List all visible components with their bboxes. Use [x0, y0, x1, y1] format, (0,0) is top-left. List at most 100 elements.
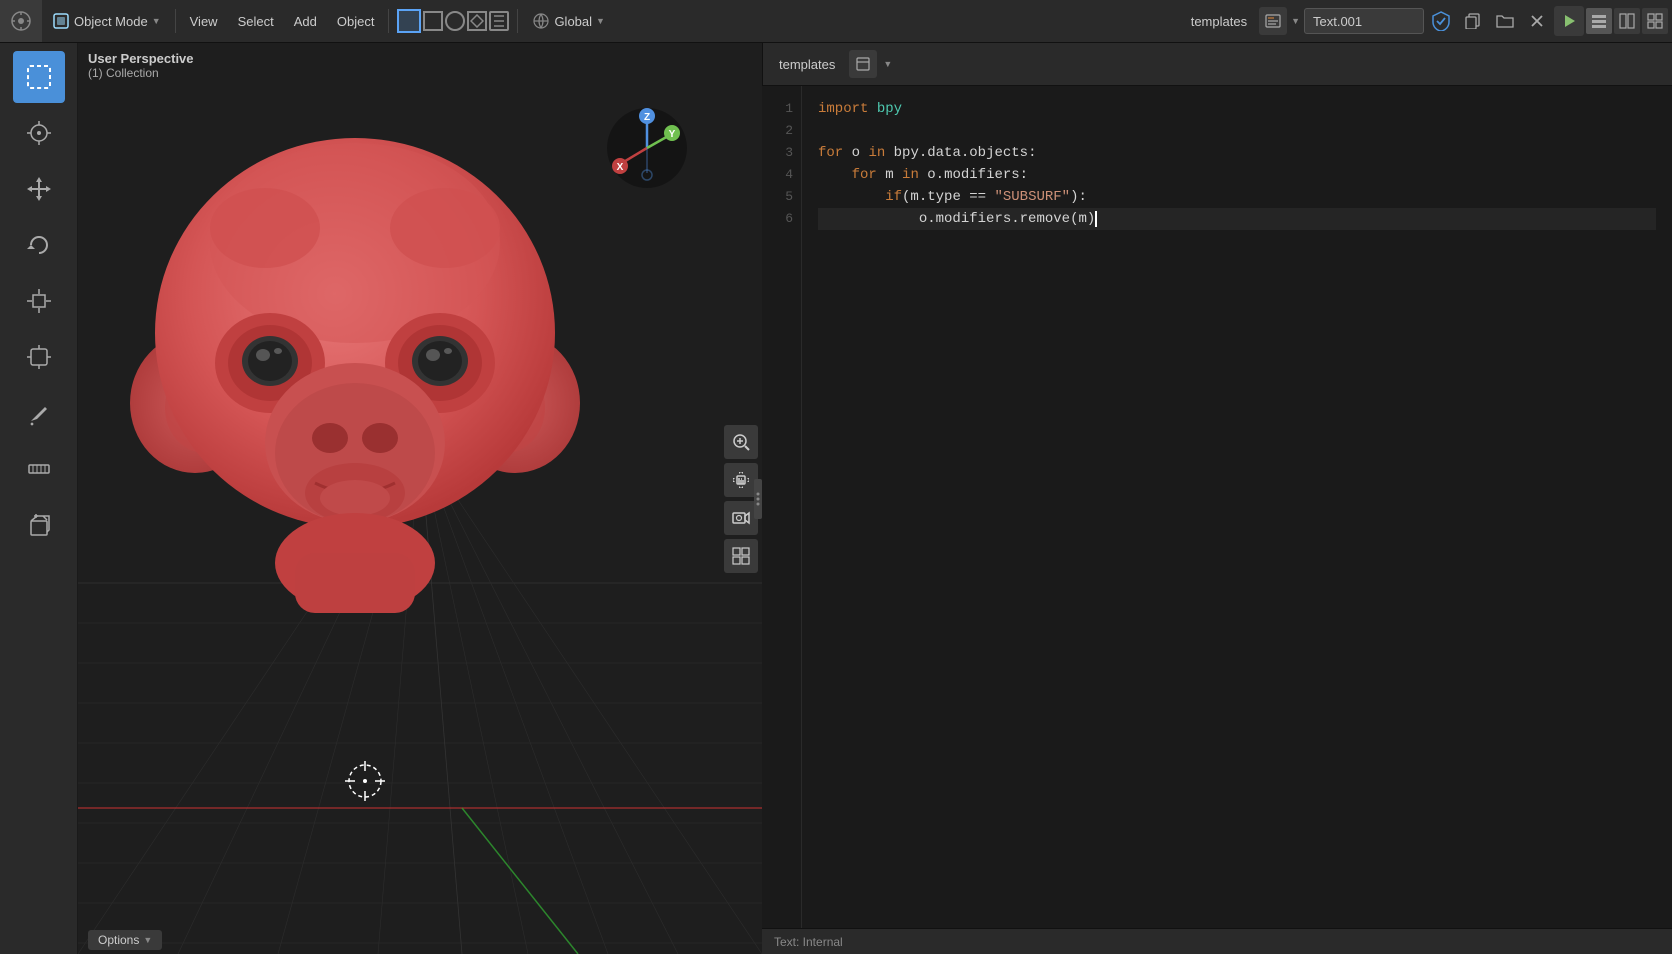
transform-tool-icon	[25, 343, 53, 371]
main-content: User Perspective (1) Collection	[0, 43, 1672, 954]
scale-tool-button[interactable]	[13, 275, 65, 327]
add-cube-icon	[25, 511, 53, 539]
folder-button[interactable]	[1490, 6, 1520, 36]
zoom-icon	[731, 432, 751, 452]
grid-view-button[interactable]	[724, 539, 758, 573]
copy-button[interactable]	[1458, 6, 1488, 36]
rotate-tool-button[interactable]	[13, 219, 65, 271]
line-num-1: 1	[762, 98, 793, 120]
select-box-5[interactable]	[489, 11, 509, 31]
add-label: Add	[294, 14, 317, 29]
object-mode-button[interactable]: Object Mode ▼	[42, 0, 171, 42]
line-num-2: 2	[762, 120, 793, 142]
select-tools	[393, 9, 513, 33]
editor-view-chevron: ▼	[883, 59, 892, 69]
divider-icon	[755, 489, 761, 509]
move-tool-icon	[25, 175, 53, 203]
grid-view-icon	[731, 546, 751, 566]
layout-list-button[interactable]	[1586, 8, 1612, 34]
keyword-for-1: for	[818, 142, 843, 164]
axis-widget[interactable]: Z Y X	[602, 103, 692, 193]
status-label: Text: Internal	[774, 935, 843, 949]
object-label: Object	[337, 14, 375, 29]
keyword-import: import	[818, 98, 868, 120]
select-menu-button[interactable]: Select	[228, 0, 284, 42]
top-bar: Object Mode ▼ View Select Add Object	[0, 0, 1672, 43]
svg-text:X: X	[617, 162, 624, 173]
object-mode-label: Object Mode	[74, 14, 148, 29]
object-menu-button[interactable]: Object	[327, 0, 385, 42]
code-line-5: if (m.type == "SUBSURF" ):	[818, 186, 1656, 208]
code-content[interactable]: 1 2 3 4 5 6 import bpy for	[762, 86, 1672, 928]
editor-status: Text: Internal	[762, 928, 1672, 954]
copy-icon	[1465, 13, 1481, 29]
options-label: Options	[98, 933, 139, 947]
line-num-6: 6	[762, 208, 793, 230]
select-box-2[interactable]	[423, 11, 443, 31]
shield-button[interactable]	[1426, 6, 1456, 36]
layout-grid-button[interactable]	[1642, 8, 1668, 34]
collection-label: (1) Collection	[88, 66, 194, 80]
code-line-1: import bpy	[818, 98, 1656, 120]
select-tool-button[interactable]	[13, 51, 65, 103]
select-box-active[interactable]	[397, 9, 421, 33]
annotate-tool-button[interactable]	[13, 387, 65, 439]
layout-split-button[interactable]	[1614, 8, 1640, 34]
camera-tool-button[interactable]	[724, 501, 758, 535]
workspace-button[interactable]	[0, 0, 42, 42]
close-icon	[1530, 14, 1544, 28]
viewport-divider[interactable]	[754, 479, 762, 519]
measure-tool-button[interactable]	[13, 443, 65, 495]
pan-icon	[731, 470, 751, 490]
perspective-label: User Perspective	[88, 51, 194, 66]
annotate-tool-icon	[25, 399, 53, 427]
editor-templates-button[interactable]: templates	[771, 53, 843, 76]
scale-tool-icon	[25, 287, 53, 315]
global-transform-button[interactable]: Global ▼	[522, 0, 615, 42]
editor-type-icon	[1265, 13, 1281, 29]
viewport-tools-right	[724, 425, 758, 573]
add-cube-tool-button[interactable]	[13, 499, 65, 551]
code-remove-call: o.modifiers.remove	[919, 208, 1070, 230]
divider-3	[517, 9, 518, 33]
editor-type-chevron: ▼	[1291, 16, 1300, 26]
move-tool-button[interactable]	[13, 163, 65, 215]
global-chevron: ▼	[596, 16, 605, 26]
editor-type-button[interactable]	[1259, 7, 1287, 35]
line-num-4: 4	[762, 164, 793, 186]
close-button[interactable]	[1522, 6, 1552, 36]
keyword-in-1: in	[868, 142, 885, 164]
measure-tool-icon	[25, 455, 53, 483]
editor-view-icon	[856, 57, 870, 71]
select-label: Select	[238, 14, 274, 29]
string-subsurf: "SUBSURF"	[994, 186, 1070, 208]
select-box-4[interactable]	[467, 11, 487, 31]
zoom-tool-button[interactable]	[724, 425, 758, 459]
pan-tool-button[interactable]	[724, 463, 758, 497]
keyword-if: if	[885, 186, 902, 208]
line-num-5: 5	[762, 186, 793, 208]
text-cursor	[1095, 211, 1097, 227]
text-name-input[interactable]	[1304, 8, 1424, 34]
viewport-header: User Perspective (1) Collection	[88, 51, 194, 80]
code-editor: templates ▼ 1 2 3 4 5 6	[762, 43, 1672, 954]
view-menu-button[interactable]: View	[180, 0, 228, 42]
templates-button[interactable]: templates	[1181, 0, 1257, 42]
top-bar-left: Object Mode ▼ View Select Add Object	[0, 0, 615, 42]
select-box-3[interactable]	[445, 11, 465, 31]
layout-grid-icon	[1647, 13, 1663, 29]
camera-icon	[731, 508, 751, 528]
cursor-tool-button[interactable]	[13, 107, 65, 159]
play-button[interactable]	[1554, 6, 1584, 36]
code-area[interactable]: import bpy for o in bpy.data.objects:	[802, 86, 1672, 928]
mode-chevron: ▼	[152, 16, 161, 26]
options-button[interactable]: Options ▼	[88, 930, 162, 950]
keyword-for-2: for	[852, 164, 877, 186]
add-menu-button[interactable]: Add	[284, 0, 327, 42]
editor-view-button[interactable]	[849, 50, 877, 78]
shield-icon	[1432, 11, 1450, 31]
transform-tool-button[interactable]	[13, 331, 65, 383]
select-tool-icon	[25, 63, 53, 91]
view-label: View	[190, 14, 218, 29]
viewport-3d[interactable]: User Perspective (1) Collection	[0, 43, 762, 954]
